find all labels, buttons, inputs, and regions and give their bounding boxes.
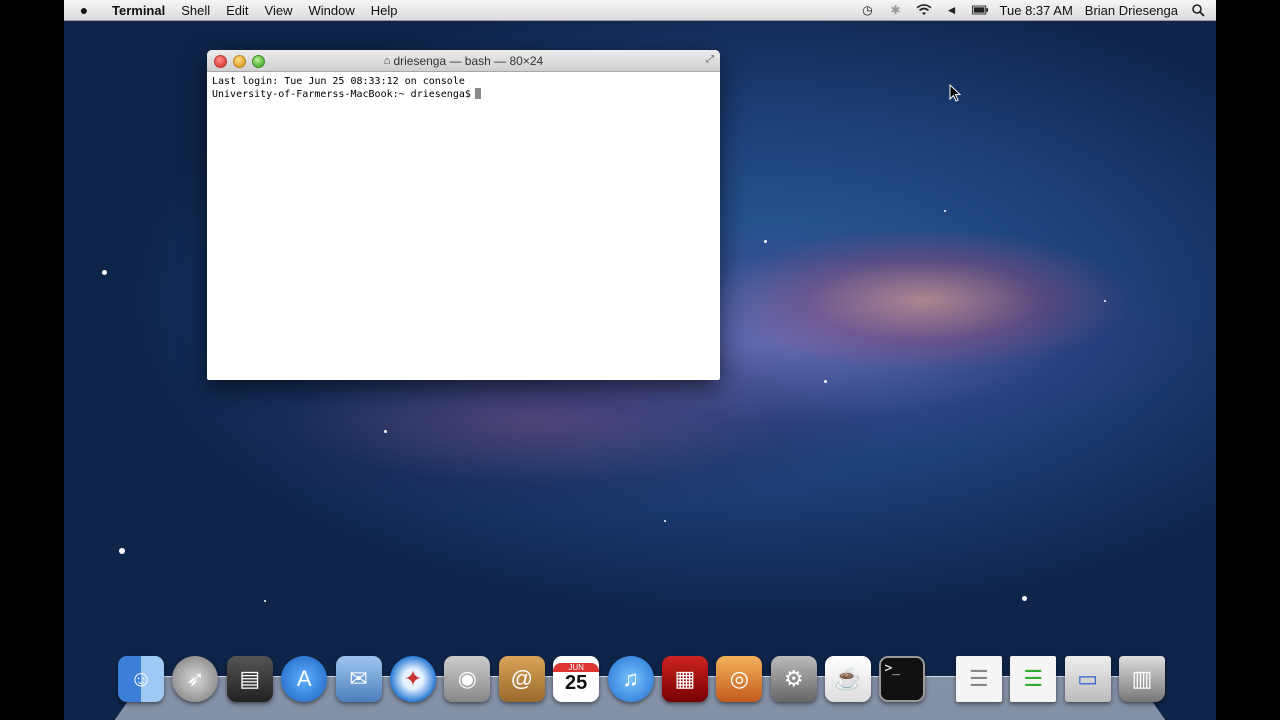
terminal-prompt-line: University-of-Farmerss-MacBook:~ driesen… — [212, 88, 715, 101]
app-store-icon[interactable]: A — [281, 656, 328, 702]
menu-bar: ● Terminal Shell Edit View Window Help ◷… — [64, 0, 1216, 21]
star — [102, 270, 107, 275]
close-button[interactable] — [214, 55, 227, 68]
document-2-icon[interactable]: ☰ — [1010, 656, 1057, 702]
star — [264, 600, 266, 602]
apple-menu-icon[interactable]: ● — [64, 2, 104, 18]
star — [1022, 596, 1027, 601]
star — [119, 548, 125, 554]
menu-help[interactable]: Help — [363, 3, 406, 18]
menu-terminal[interactable]: Terminal — [104, 3, 173, 18]
terminal-line: Last login: Tue Jun 25 08:33:12 on conso… — [212, 76, 465, 87]
menubar-user[interactable]: Brian Driesenga — [1085, 3, 1178, 18]
calendar-month: JUN — [553, 663, 600, 672]
wifi-icon[interactable] — [916, 3, 932, 17]
document-icon[interactable]: ☰ — [955, 656, 1002, 702]
window-title: driesenga — bash — 80×24 — [393, 53, 544, 68]
itunes-icon[interactable]: ♫ — [607, 656, 654, 702]
iphoto-icon[interactable]: ◎ — [716, 656, 763, 702]
volume-icon[interactable]: ◄ — [944, 3, 960, 17]
terminal-window[interactable]: ⌂ driesenga — bash — 80×24 ⤢ Last login:… — [207, 50, 720, 380]
window-titlebar[interactable]: ⌂ driesenga — bash — 80×24 ⤢ — [207, 50, 720, 72]
minimize-button[interactable] — [233, 55, 246, 68]
zoom-button[interactable] — [252, 55, 265, 68]
menu-edit[interactable]: Edit — [218, 3, 256, 18]
photo-booth-icon[interactable]: ▦ — [661, 656, 708, 702]
ical-icon[interactable]: JUN 25 — [553, 656, 600, 702]
java-icon[interactable]: ☕ — [825, 656, 872, 702]
menu-view[interactable]: View — [257, 3, 301, 18]
facetime-icon[interactable]: ◉ — [444, 656, 491, 702]
terminal-content[interactable]: Last login: Tue Jun 25 08:33:12 on conso… — [207, 72, 720, 104]
fullscreen-icon[interactable]: ⤢ — [706, 54, 714, 65]
safari-icon[interactable]: ✦ — [389, 656, 436, 702]
system-preferences-icon[interactable]: ⚙ — [770, 656, 817, 702]
star — [384, 430, 387, 433]
desktop[interactable]: ● Terminal Shell Edit View Window Help ◷… — [64, 0, 1216, 720]
menubar-clock[interactable]: Tue 8:37 AM — [1000, 3, 1073, 18]
star — [824, 380, 827, 383]
terminal-prompt: University-of-Farmerss-MacBook:~ driesen… — [212, 89, 471, 100]
battery-icon[interactable] — [971, 3, 988, 17]
bluetooth-icon[interactable]: ✱ — [888, 3, 904, 17]
mission-control-icon[interactable]: ▤ — [226, 656, 273, 702]
terminal-cursor — [474, 88, 481, 99]
menu-window[interactable]: Window — [301, 3, 363, 18]
star — [944, 210, 946, 212]
address-book-icon[interactable]: @ — [498, 656, 545, 702]
star — [764, 240, 767, 243]
spotlight-icon[interactable] — [1190, 3, 1206, 17]
star — [1104, 300, 1106, 302]
home-icon: ⌂ — [383, 54, 391, 67]
trash-icon[interactable]: ▥ — [1119, 656, 1166, 702]
launchpad-icon[interactable]: ➶ — [172, 656, 219, 702]
dock: ☺ ➶ ▤ A ✉ ✦ ◉ @ JUN 25 ♫ ▦ ◎ ⚙ ☕ >_ ☰ ☰ … — [118, 652, 1173, 702]
window-icon[interactable]: ▭ — [1064, 656, 1111, 702]
menu-shell[interactable]: Shell — [173, 3, 218, 18]
star — [664, 520, 666, 522]
mouse-pointer-icon — [949, 84, 961, 102]
mail-icon[interactable]: ✉ — [335, 656, 382, 702]
calendar-day: 25 — [565, 672, 588, 694]
terminal-icon[interactable]: >_ — [879, 656, 926, 702]
finder-icon[interactable]: ☺ — [118, 656, 164, 702]
time-machine-icon[interactable]: ◷ — [860, 3, 876, 17]
